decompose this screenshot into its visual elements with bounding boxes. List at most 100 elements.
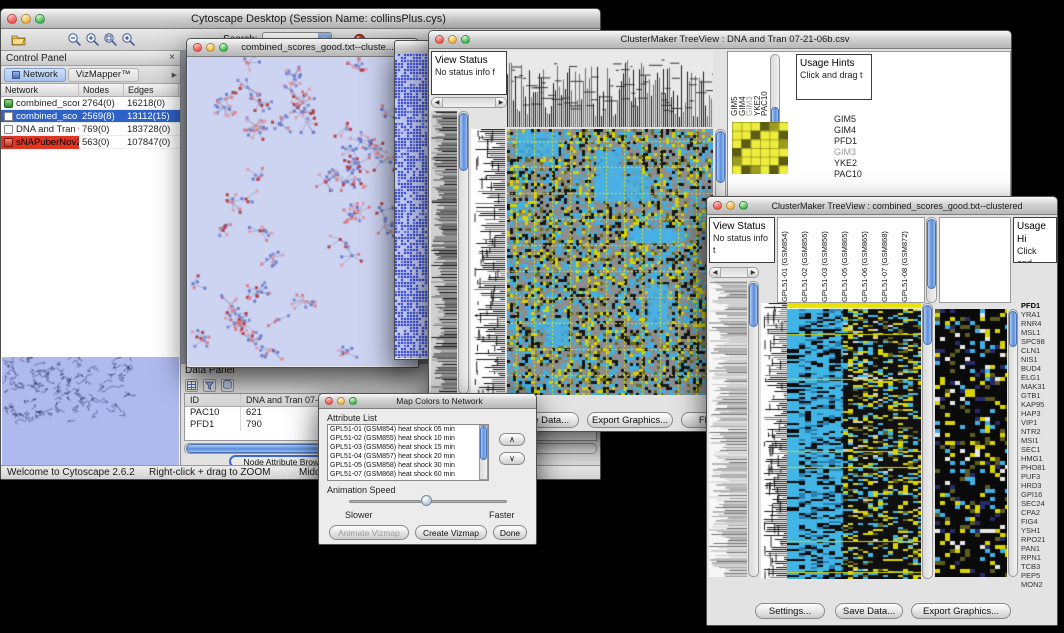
gene-label: BUD4 <box>1021 364 1046 373</box>
scroll-left-button[interactable]: ◀ <box>432 98 443 107</box>
global-dendrogram-canvas[interactable] <box>431 111 457 394</box>
status-welcome: Welcome to Cytoscape 2.6.2 <box>7 467 135 478</box>
attribute-list-item[interactable]: GPL51-05 (GSM858) heat shock 30 min <box>328 461 488 470</box>
zoom-window-icon[interactable] <box>739 201 748 210</box>
zoom-window-icon[interactable] <box>461 35 470 44</box>
cluster-vscrollbar[interactable] <box>1008 309 1018 577</box>
minimize-window-icon[interactable] <box>337 397 345 405</box>
minimize-window-icon[interactable] <box>21 14 31 24</box>
network-overview-canvas[interactable] <box>2 357 179 465</box>
window-titlebar[interactable]: Map Colors to Network <box>319 394 536 409</box>
close-window-icon[interactable] <box>713 201 722 210</box>
heatmap-canvas[interactable] <box>507 129 713 395</box>
done-button[interactable]: Done <box>493 525 527 540</box>
window-titlebar[interactable]: Cytoscape Desktop (Session Name: collins… <box>1 9 600 29</box>
tab-vizmapper[interactable]: VizMapper™ <box>68 68 139 82</box>
minimize-window-icon[interactable] <box>206 43 215 52</box>
scrollbar-thumb[interactable] <box>480 426 487 460</box>
scrollbar-thumb[interactable] <box>1009 311 1017 347</box>
network-name: DNA and Tran 07 <box>16 124 79 135</box>
list-vscrollbar[interactable] <box>479 425 488 480</box>
labels-vscrollbar[interactable] <box>926 217 937 303</box>
scrollbar-thumb[interactable] <box>459 113 468 171</box>
usage-hints-text: Click and <box>1017 246 1053 263</box>
gene-label: CPA2 <box>1021 508 1046 517</box>
animate-vizmap-button: Animate Vizmap <box>329 525 409 540</box>
window-titlebar[interactable]: ClusterMaker TreeView : DNA and Tran 07-… <box>429 31 1011 49</box>
gene-label: HRD3 <box>1021 481 1046 490</box>
global-vscrollbar[interactable] <box>458 111 469 394</box>
zoom-in-button[interactable] <box>83 31 101 49</box>
minimize-window-icon[interactable] <box>726 201 735 210</box>
window-titlebar[interactable]: combined_scores_good.txt--cluste... <box>187 39 418 57</box>
overview-hscrollbar[interactable]: ◀ ▶ <box>709 267 759 278</box>
attribute-list-item[interactable]: GPL51-03 (GSM856) heat shock 15 min <box>328 443 488 452</box>
network-edges: 107847(0) <box>124 137 179 148</box>
zoom-window-icon[interactable] <box>219 43 228 52</box>
chevron-right-icon[interactable]: ▶ <box>172 71 177 79</box>
move-up-button[interactable]: ∧ <box>499 433 525 446</box>
open-session-button[interactable] <box>9 31 27 49</box>
scroll-right-button[interactable]: ▶ <box>495 98 506 107</box>
export-graphics-button[interactable]: Export Graphics... <box>911 603 1011 619</box>
zoom-out-button[interactable] <box>65 31 83 49</box>
slider-knob[interactable] <box>421 495 432 506</box>
network-row[interactable]: combined_scores 2764(0) 16218(0) <box>1 97 180 110</box>
dense-network-canvas[interactable] <box>395 54 429 358</box>
slower-label: Slower <box>345 510 373 520</box>
network-canvas[interactable] <box>188 57 417 366</box>
close-window-icon[interactable] <box>7 14 17 24</box>
scrollbar-thumb[interactable] <box>927 219 936 289</box>
correlation-matrix-canvas[interactable] <box>732 122 788 174</box>
column-dendrogram-canvas[interactable] <box>507 51 713 127</box>
attribute-list-item[interactable]: GPL51-01 (GSM854) heat shock 05 min <box>328 425 488 434</box>
scroll-right-button[interactable]: ▶ <box>747 268 758 277</box>
cluster-heatmap-canvas[interactable] <box>935 309 1007 577</box>
close-window-icon[interactable] <box>325 397 333 405</box>
export-graphics-button[interactable]: Export Graphics... <box>587 412 673 428</box>
zoom-window-icon[interactable] <box>349 397 357 405</box>
zoom-fit-button[interactable] <box>101 31 119 49</box>
attribute-list[interactable]: GPL51-01 (GSM854) heat shock 05 minGPL51… <box>327 424 489 481</box>
zoom-window-icon[interactable] <box>35 14 45 24</box>
scrollbar-thumb[interactable] <box>749 283 758 327</box>
select-attributes-button[interactable] <box>185 379 198 392</box>
network-row[interactable]: DNA and Tran 07 769(0) 183728(0) <box>1 123 180 136</box>
data-panel-toolbar <box>185 378 234 392</box>
heatmap-canvas[interactable] <box>787 303 921 579</box>
desktop: Cytoscape Desktop (Session Name: collins… <box>0 0 1064 633</box>
attribute-list-item[interactable]: GPL51-07 (GSM868) heat shock 60 min <box>328 470 488 479</box>
column-labels-panel: GPL51-01 (GSM854)GPL51-02 (GSM855)GPL51-… <box>777 217 925 303</box>
attribute-list-item[interactable]: GPL51-02 (GSM855) heat shock 10 min <box>328 434 488 443</box>
row-dendrogram-canvas[interactable] <box>761 303 787 579</box>
network-row[interactable]: sNAPuberNov2 563(0) 107847(0) <box>1 136 180 149</box>
dialog-content: Attribute List GPL51-01 (GSM854) heat sh… <box>319 409 536 544</box>
attribute-list-item[interactable]: GPL51-04 (GSM857) heat shock 20 min <box>328 452 488 461</box>
scrollbar-thumb[interactable] <box>716 131 725 183</box>
close-window-icon[interactable] <box>435 35 444 44</box>
attribute-database-button[interactable] <box>221 379 234 392</box>
row-dendrogram-canvas[interactable] <box>471 129 505 395</box>
minimize-window-icon[interactable] <box>448 35 457 44</box>
scrollbar-thumb[interactable] <box>923 305 932 345</box>
heatmap-vscrollbar[interactable] <box>922 303 933 579</box>
save-data-button[interactable]: Save Data... <box>835 603 903 619</box>
close-window-icon[interactable] <box>193 43 202 52</box>
network-row-selected[interactable]: combined_sco 2569(8) 13112(15) <box>1 110 180 123</box>
window-titlebar[interactable]: ClusterMaker TreeView : combined_scores_… <box>707 197 1057 215</box>
network-name: combined_sco <box>16 111 77 122</box>
network-edges: 16218(0) <box>124 98 179 109</box>
tab-network[interactable]: Network <box>4 68 66 82</box>
filter-attributes-button[interactable] <box>203 379 216 392</box>
overview-hscrollbar[interactable]: ◀ ▶ <box>431 97 507 108</box>
zoom-selected-button[interactable] <box>119 31 137 49</box>
settings-button[interactable]: Settings... <box>755 603 825 619</box>
scroll-left-button[interactable]: ◀ <box>710 268 721 277</box>
move-down-button[interactable]: ∨ <box>499 452 525 465</box>
global-dendrogram-canvas[interactable] <box>709 281 747 577</box>
animation-speed-slider[interactable] <box>349 495 507 507</box>
close-icon[interactable]: × <box>169 53 175 63</box>
global-vscrollbar[interactable] <box>748 281 759 577</box>
usage-hints-title: Usage Hints <box>800 57 868 70</box>
create-vizmap-button[interactable]: Create Vizmap <box>415 525 487 540</box>
